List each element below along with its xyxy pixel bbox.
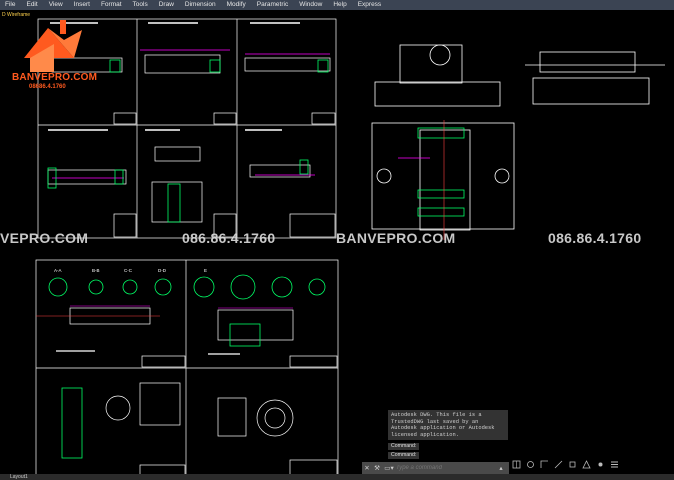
annotation-icon[interactable]: [582, 460, 591, 469]
command-line: Command:: [388, 452, 420, 459]
menu-item-window[interactable]: Window: [294, 0, 328, 10]
menu-item-format[interactable]: Format: [96, 0, 128, 10]
section-label: D-D: [158, 268, 167, 273]
assembly-green: [417, 127, 465, 217]
status-toolbar: [512, 460, 619, 469]
watermark-phone: 086.86.4.1760: [182, 230, 276, 246]
watermark-site: VEPRO.COM: [0, 230, 89, 246]
menu-item-help[interactable]: Help: [328, 0, 352, 10]
command-history-line: Autodesk application or Autodesk: [391, 425, 495, 431]
snap-icon[interactable]: [526, 460, 535, 469]
section-label: B-B: [92, 268, 100, 273]
workspace-icon[interactable]: [596, 460, 605, 469]
sections-green: [48, 274, 326, 459]
menu-item-draw[interactable]: Draw: [154, 0, 180, 10]
command-input[interactable]: [396, 465, 496, 471]
osnap-icon[interactable]: [568, 460, 577, 469]
section-label: E: [204, 268, 207, 273]
command-prompt-icon[interactable]: ▭▾: [382, 464, 396, 472]
section-label: C-C: [124, 268, 133, 273]
section-label: A-A: [54, 268, 62, 273]
brand-name: BANVEPRO.COM: [12, 72, 98, 83]
command-bar: ✕ ⚒ ▭▾ ▴: [362, 462, 509, 474]
wrench-icon[interactable]: ⚒: [372, 464, 382, 472]
watermark-site: BANVEPRO.COM: [336, 230, 456, 246]
sheet-bottom-left: [35, 259, 339, 477]
menu-item-modify[interactable]: Modify: [222, 0, 252, 10]
polar-icon[interactable]: [554, 460, 563, 469]
menu-item-file[interactable]: File: [0, 0, 21, 10]
menu-item-edit[interactable]: Edit: [21, 0, 43, 10]
assembly-drawing: [371, 44, 665, 231]
command-line: Command:: [388, 443, 420, 450]
menu-item-insert[interactable]: Insert: [69, 0, 96, 10]
menu-item-express[interactable]: Express: [353, 0, 387, 10]
watermark-phone: 086.86.4.1760: [548, 230, 642, 246]
command-history: Autodesk DWG. This file is a TrustedDWG l…: [388, 410, 508, 440]
settings-icon[interactable]: [610, 460, 619, 469]
brand-phone: 08686.4.1760: [29, 84, 66, 90]
menu-item-view[interactable]: View: [44, 0, 69, 10]
grid-icon[interactable]: [512, 460, 521, 469]
status-bar: [0, 474, 674, 480]
close-icon[interactable]: ✕: [362, 464, 372, 472]
command-history-line: licensed application.: [391, 431, 459, 438]
menu-bar: File Edit View Insert Format Tools Draw Dimensi…: [0, 0, 674, 10]
menu-item-tools[interactable]: Tools: [128, 0, 154, 10]
ortho-icon[interactable]: [540, 460, 549, 469]
menu-item-dimension[interactable]: Dimension: [180, 0, 222, 10]
chevron-up-icon[interactable]: ▴: [496, 464, 506, 472]
tab-layout[interactable]: Layout1: [10, 474, 28, 480]
menu-item-parametric[interactable]: Parametric: [252, 0, 294, 10]
